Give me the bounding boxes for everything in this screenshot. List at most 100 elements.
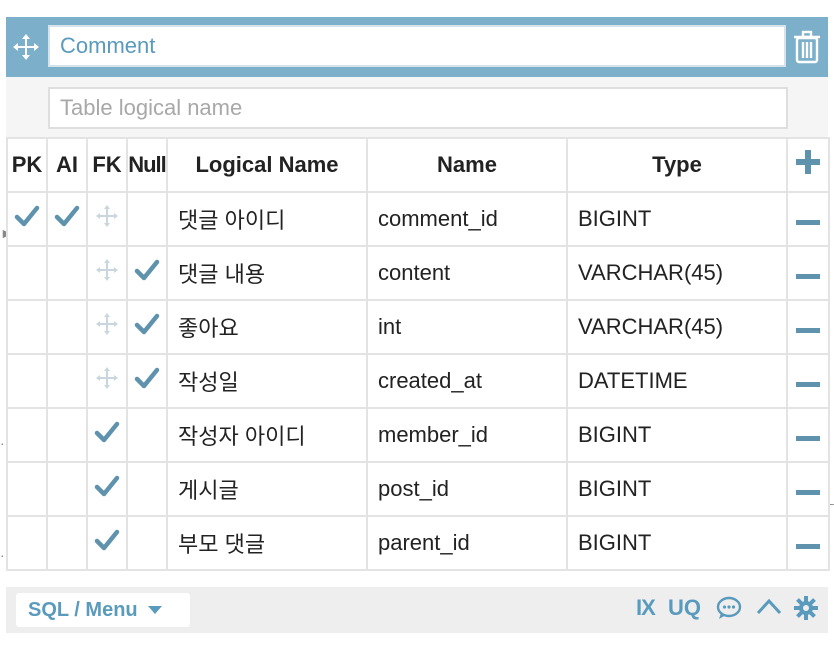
plus-icon[interactable] xyxy=(795,149,821,175)
ai-cell[interactable] xyxy=(46,299,88,355)
type-cell[interactable]: DATETIME xyxy=(566,353,788,409)
logical-name-cell[interactable]: 댓글 아이디 xyxy=(166,191,368,247)
trash-icon[interactable] xyxy=(792,29,822,65)
ai-cell[interactable] xyxy=(46,191,88,247)
type-cell[interactable]: BIGINT xyxy=(566,461,788,517)
type-cell[interactable]: BIGINT xyxy=(566,515,788,571)
column-row[interactable]: 댓글 내용 content VARCHAR(45) xyxy=(6,245,830,301)
fk-cell[interactable] xyxy=(86,353,128,409)
move-icon[interactable] xyxy=(96,205,118,233)
erd-table-card[interactable]: PK AI FK Null Logical Name Name Type 댓글 … xyxy=(6,17,830,633)
logical-name-cell[interactable]: 작성자 아이디 xyxy=(166,407,368,463)
fk-cell[interactable] xyxy=(86,407,128,463)
logical-name-cell[interactable]: 작성일 xyxy=(166,353,368,409)
fk-cell[interactable] xyxy=(86,299,128,355)
remove-column-button[interactable] xyxy=(786,353,830,409)
minus-icon[interactable] xyxy=(796,369,820,395)
check-icon xyxy=(94,529,120,557)
relation-connector: · xyxy=(0,547,5,563)
name-cell[interactable]: content xyxy=(366,245,568,301)
sql-menu-button[interactable]: SQL / Menu xyxy=(16,593,190,627)
gear-icon[interactable] xyxy=(794,596,818,626)
name-cell[interactable]: created_at xyxy=(366,353,568,409)
pk-cell[interactable] xyxy=(6,353,48,409)
header-name: Name xyxy=(366,137,568,193)
null-cell[interactable] xyxy=(126,191,168,247)
add-column-button[interactable] xyxy=(786,137,830,193)
remove-column-button[interactable] xyxy=(786,299,830,355)
check-icon[interactable] xyxy=(134,313,160,341)
move-icon[interactable] xyxy=(96,367,118,395)
type-cell[interactable]: BIGINT xyxy=(566,191,788,247)
remove-column-button[interactable] xyxy=(786,191,830,247)
move-icon[interactable] xyxy=(12,33,40,61)
check-icon[interactable] xyxy=(134,367,160,395)
check-icon[interactable] xyxy=(54,205,80,233)
column-row[interactable]: 부모 댓글 parent_id BIGINT xyxy=(6,515,830,571)
minus-icon[interactable] xyxy=(796,423,820,449)
fk-cell[interactable] xyxy=(86,515,128,571)
pk-cell[interactable] xyxy=(6,461,48,517)
move-icon[interactable] xyxy=(96,313,118,341)
pk-cell[interactable] xyxy=(6,191,48,247)
fk-cell[interactable] xyxy=(86,245,128,301)
ai-cell[interactable] xyxy=(46,461,88,517)
table-name-input[interactable] xyxy=(48,25,786,67)
move-icon[interactable] xyxy=(96,259,118,287)
minus-icon[interactable] xyxy=(796,477,820,503)
minus-icon[interactable] xyxy=(796,207,820,233)
name-cell[interactable]: post_id xyxy=(366,461,568,517)
null-cell[interactable] xyxy=(126,515,168,571)
pk-cell[interactable] xyxy=(6,407,48,463)
header-pk: PK xyxy=(6,137,48,193)
logical-name-cell[interactable]: 좋아요 xyxy=(166,299,368,355)
caret-down-icon xyxy=(147,606,162,614)
remove-column-button[interactable] xyxy=(786,245,830,301)
name-cell[interactable]: parent_id xyxy=(366,515,568,571)
chevron-up-icon[interactable] xyxy=(756,597,782,623)
unique-button[interactable]: UQ xyxy=(668,595,701,621)
minus-icon[interactable] xyxy=(796,261,820,287)
index-button[interactable]: IX xyxy=(636,595,656,621)
null-cell[interactable] xyxy=(126,245,168,301)
name-cell[interactable]: comment_id xyxy=(366,191,568,247)
null-cell[interactable] xyxy=(126,461,168,517)
column-row[interactable]: 작성일 created_at DATETIME xyxy=(6,353,830,409)
minus-icon[interactable] xyxy=(796,315,820,341)
pk-cell[interactable] xyxy=(6,515,48,571)
null-cell[interactable] xyxy=(126,407,168,463)
header-logical-name: Logical Name xyxy=(166,137,368,193)
ai-cell[interactable] xyxy=(46,407,88,463)
ai-cell[interactable] xyxy=(46,515,88,571)
fk-cell[interactable] xyxy=(86,461,128,517)
null-cell[interactable] xyxy=(126,299,168,355)
column-row[interactable]: 좋아요 int VARCHAR(45) xyxy=(6,299,830,355)
remove-column-button[interactable] xyxy=(786,515,830,571)
fk-cell[interactable] xyxy=(86,191,128,247)
column-row[interactable]: 댓글 아이디 comment_id BIGINT xyxy=(6,191,830,247)
column-row[interactable]: 게시글 post_id BIGINT xyxy=(6,461,830,517)
column-row[interactable]: 작성자 아이디 member_id BIGINT xyxy=(6,407,830,463)
pk-cell[interactable] xyxy=(6,299,48,355)
logical-name-cell[interactable]: 부모 댓글 xyxy=(166,515,368,571)
name-cell[interactable]: member_id xyxy=(366,407,568,463)
check-icon[interactable] xyxy=(14,205,40,233)
logical-name-cell[interactable]: 댓글 내용 xyxy=(166,245,368,301)
remove-column-button[interactable] xyxy=(786,461,830,517)
comment-icon[interactable] xyxy=(716,596,742,626)
logical-name-cell[interactable]: 게시글 xyxy=(166,461,368,517)
pk-cell[interactable] xyxy=(6,245,48,301)
sql-menu-label: SQL / Menu xyxy=(28,598,138,621)
type-cell[interactable]: VARCHAR(45) xyxy=(566,299,788,355)
table-logical-name-input[interactable] xyxy=(48,87,788,129)
ai-cell[interactable] xyxy=(46,353,88,409)
ai-cell[interactable] xyxy=(46,245,88,301)
null-cell[interactable] xyxy=(126,353,168,409)
name-cell[interactable]: int xyxy=(366,299,568,355)
type-cell[interactable]: BIGINT xyxy=(566,407,788,463)
remove-column-button[interactable] xyxy=(786,407,830,463)
table-footer: SQL / Menu IX UQ xyxy=(6,587,828,633)
type-cell[interactable]: VARCHAR(45) xyxy=(566,245,788,301)
check-icon[interactable] xyxy=(134,259,160,287)
minus-icon[interactable] xyxy=(796,531,820,557)
